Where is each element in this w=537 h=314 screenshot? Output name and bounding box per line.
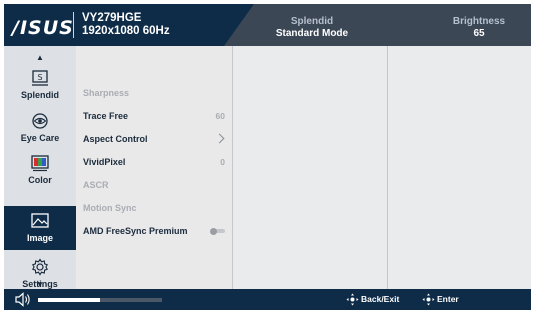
vividpixel-value: 0 [220, 157, 225, 167]
menu-item-label: Trace Free [83, 111, 129, 121]
asus-logo: /ISUS [12, 17, 74, 39]
resolution-text: 1920x1080 60Hz [82, 25, 170, 37]
osd-sidebar: ▲ S Splendid Eye Care Color Image Settin… [4, 46, 76, 289]
eye-care-icon [32, 113, 48, 129]
splendid-icon: S [32, 70, 48, 86]
color-icon [31, 155, 49, 172]
splendid-status-label: Splendid [290, 16, 334, 27]
submenu-panel-2 [232, 46, 386, 289]
model-info: VY279HGE 1920x1080 60Hz [82, 12, 170, 38]
enter-hint: Enter [422, 293, 459, 306]
trace-free-value: 60 [215, 111, 225, 121]
menu-item-sharpness[interactable]: Sharpness [83, 85, 225, 101]
menu-item-amd-freesync-premium[interactable]: AMD FreeSync Premium [83, 223, 225, 239]
menu-item-label: ASCR [83, 180, 109, 190]
chevron-right-icon [214, 133, 225, 144]
menu-item-label: Sharpness [83, 88, 130, 98]
monitor-osd-menu: /ISUS VY279HGE 1920x1080 60Hz Splendid S… [4, 4, 531, 310]
sidebar-item-color[interactable]: Color [4, 150, 76, 190]
brightness-status-value: 65 [473, 28, 485, 39]
brightness-status-label: Brightness [452, 16, 506, 27]
scroll-up-arrow-icon[interactable]: ▲ [4, 53, 76, 62]
brightness-status: Brightness 65 [434, 16, 524, 40]
joystick-icon [346, 293, 359, 306]
freesync-toggle[interactable] [210, 227, 225, 235]
model-name: VY279HGE [82, 12, 142, 24]
osd-footer: Back/Exit Enter [4, 289, 531, 310]
back-exit-hint: Back/Exit [346, 293, 399, 306]
splendid-status: Splendid Standard Mode [237, 16, 387, 40]
sidebar-item-image[interactable]: Image [4, 206, 76, 250]
menu-item-motion-sync[interactable]: Motion Sync [83, 200, 225, 216]
sidebar-item-label: Image [26, 233, 53, 243]
header-divider [73, 12, 74, 38]
menu-item-label: VividPixel [83, 157, 126, 167]
submenu-panel-3 [387, 46, 531, 289]
settings-gear-icon [31, 258, 49, 276]
volume-icon [15, 292, 30, 307]
sidebar-item-label: Color [28, 175, 52, 185]
menu-item-vividpixel[interactable]: VividPixel 0 [83, 154, 225, 170]
volume-slider[interactable] [38, 298, 162, 302]
menu-item-trace-free[interactable]: Trace Free 60 [83, 108, 225, 124]
image-submenu: Sharpness Trace Free 60 Aspect Control V… [76, 46, 231, 289]
volume-fill [38, 298, 100, 302]
menu-item-label: Motion Sync [83, 203, 137, 213]
menu-item-ascr[interactable]: ASCR [83, 177, 225, 193]
back-exit-label: Back/Exit [361, 294, 400, 304]
sidebar-item-splendid[interactable]: S Splendid [4, 65, 76, 105]
splendid-status-value: Standard Mode [275, 28, 349, 39]
toggle-knob [210, 227, 217, 235]
sidebar-item-eye-care[interactable]: Eye Care [4, 108, 76, 148]
enter-label: Enter [437, 294, 459, 304]
sidebar-item-label: Eye Care [20, 133, 60, 143]
sidebar-item-label: Splendid [21, 90, 59, 100]
scroll-down-arrow-icon[interactable]: ▼ [4, 280, 76, 289]
menu-item-label: AMD FreeSync Premium [83, 226, 188, 236]
image-icon [31, 213, 49, 228]
svg-text:S: S [37, 73, 42, 82]
menu-item-aspect-control[interactable]: Aspect Control [83, 131, 225, 147]
menu-item-label: Aspect Control [83, 134, 148, 144]
joystick-icon [422, 293, 435, 306]
osd-header: /ISUS VY279HGE 1920x1080 60Hz Splendid S… [4, 4, 531, 46]
